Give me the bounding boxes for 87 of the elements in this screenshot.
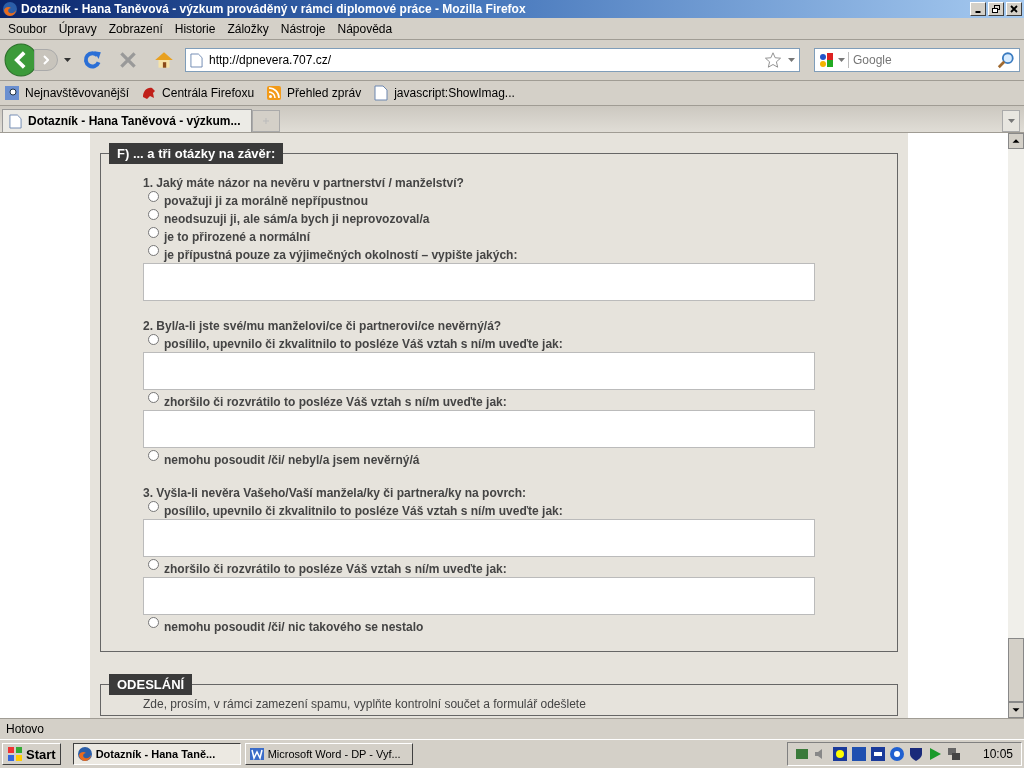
search-bar[interactable]: Google	[814, 48, 1020, 72]
taskbar-button[interactable]: Dotazník - Hana Taně...	[72, 743, 241, 765]
search-engine-icon[interactable]	[819, 52, 835, 68]
tab-label: Dotazník - Hana Taněvová - výzkum...	[28, 114, 241, 128]
instruction-text: Zde, prosím, v rámci zamezení spamu, vyplňte kontrolní součet a formulář odešlete	[143, 697, 587, 711]
address-bar[interactable]: http://dpnevera.707.cz/	[185, 48, 800, 72]
minimize-icon	[975, 11, 981, 13]
menu-item[interactable]: Nástroje	[274, 21, 332, 36]
menu-item[interactable]: Úpravy	[52, 21, 103, 36]
tray-icon[interactable]	[850, 746, 867, 762]
option-label: nemohu posoudit /či/ nebyl/a jsem nevěrný/á	[164, 453, 420, 467]
tray-icon[interactable]	[869, 746, 886, 762]
radio-button[interactable]	[148, 209, 159, 220]
caret-icon	[1007, 119, 1015, 123]
radio-button[interactable]	[148, 227, 159, 238]
bookmark-item[interactable]: javascript:ShowImag...	[373, 85, 515, 101]
fox-icon	[141, 85, 158, 101]
search-icon[interactable]	[997, 51, 1015, 69]
section-heading: ODESLÁNÍ	[109, 674, 193, 695]
question-text: 1. Jaký máte názor na nevěru v partnerství / manželství?	[143, 176, 465, 190]
browser-tab[interactable]: Dotazník - Hana Taněvová - výzkum...	[2, 109, 252, 132]
radio-button[interactable]	[148, 334, 159, 345]
option-label: neodsuzuji ji, ale sám/a bych ji neprovozoval/a	[164, 212, 430, 226]
bookmark-item[interactable]: Centrála Firefoxu	[141, 85, 255, 101]
tray-icon[interactable]	[831, 746, 848, 762]
windows-logo-icon	[7, 746, 23, 762]
option-label: posílilo, upevnilo či zkvalitnilo to posléze Váš vztah s ní/m uveďte jak:	[164, 337, 563, 351]
network-icon[interactable]	[945, 746, 962, 762]
search-folder-icon	[4, 85, 20, 101]
menu-item[interactable]: Záložky	[221, 21, 275, 36]
bookmark-label: Centrála Firefoxu	[162, 86, 255, 100]
question-text: 3. Vyšla-li nevěra Vašeho/Vaší manžela/ky či partnera/ky na povrch:	[143, 486, 528, 500]
dropdown-caret-icon[interactable]	[64, 58, 71, 62]
close-icon	[1009, 4, 1019, 14]
option-label: zhoršilo či rozvrátilo to posléze Váš vztah s ní/m uveďte jak:	[164, 395, 507, 409]
forward-button[interactable]	[34, 49, 58, 71]
option-label: posílilo, upevnilo či zkvalitnilo to posléze Váš vztah s ní/m uveďte jak:	[164, 504, 563, 518]
clock: 10:05	[982, 747, 1013, 761]
scroll-thumb[interactable]	[1008, 638, 1024, 702]
radio-button[interactable]	[148, 450, 159, 461]
word-icon	[248, 746, 265, 762]
bookmark-item[interactable]: Nejnavštěvovanější	[4, 85, 130, 101]
radio-button[interactable]	[148, 245, 159, 256]
menu-item[interactable]: Zobrazení	[102, 21, 169, 36]
section-heading: F) ... a tři otázky na závěr:	[109, 143, 284, 164]
start-button[interactable]: Start	[2, 743, 61, 765]
tray-icon[interactable]	[888, 746, 905, 762]
tab-list-button[interactable]	[1002, 110, 1020, 132]
question-text: 2. Byl/a-li jste své/mu manželovi/ce či partnerovi/ce nevěrný/á?	[143, 319, 503, 333]
scroll-down-icon[interactable]	[1008, 702, 1024, 718]
menu-item[interactable]: Nápověda	[331, 21, 399, 36]
star-icon[interactable]	[764, 51, 782, 69]
menu-item[interactable]: Soubor	[2, 21, 53, 36]
bookmark-label: javascript:ShowImag...	[394, 86, 515, 100]
caret-icon[interactable]	[788, 58, 795, 62]
minimize-button[interactable]	[970, 2, 986, 16]
menu-item[interactable]: Historie	[168, 21, 222, 36]
status-text: Hotovo	[6, 722, 45, 736]
firefox-icon	[2, 1, 18, 17]
option-label: zhoršilo či rozvrátilo to posléze Váš vztah s ní/m uveďte jak:	[164, 562, 507, 576]
radio-button[interactable]	[148, 559, 159, 570]
scrollbar[interactable]	[1008, 133, 1024, 718]
page-icon	[9, 113, 22, 129]
firefox-icon	[76, 746, 93, 762]
page-icon	[373, 85, 390, 101]
radio-button[interactable]	[148, 392, 159, 403]
option-label: je přípustná pouze za výjimečných okolností – vypište jakých:	[164, 248, 518, 262]
shield-icon[interactable]	[907, 746, 924, 762]
restore-icon	[991, 4, 1001, 14]
radio-button[interactable]	[148, 191, 159, 202]
close-button[interactable]	[1006, 2, 1022, 16]
bookmark-label: Přehled zpráv	[287, 86, 362, 100]
radio-button[interactable]	[148, 617, 159, 628]
scroll-up-icon[interactable]	[1008, 133, 1024, 149]
caret-icon[interactable]	[838, 58, 845, 62]
rss-icon	[266, 85, 283, 101]
window-title: Dotazník - Hana Taněvová - výzkum prováděný v rámci diplomové práce - Mozilla Firefox	[21, 2, 527, 16]
option-label: považuji ji za morálně nepřípustnou	[164, 194, 369, 208]
bookmark-item[interactable]: Přehled zpráv	[266, 85, 362, 101]
taskbar-button[interactable]: Microsoft Word - DP - Vyf...	[244, 743, 413, 765]
restore-button[interactable]	[988, 2, 1004, 16]
reload-icon[interactable]	[81, 49, 103, 71]
bookmark-label: Nejnavštěvovanější	[25, 86, 130, 100]
option-label: je to přirozené a normální	[164, 230, 311, 244]
radio-button[interactable]	[148, 501, 159, 512]
option-label: nemohu posoudit /či/ nic takového se nestalo	[164, 620, 424, 634]
page-icon	[190, 52, 203, 68]
